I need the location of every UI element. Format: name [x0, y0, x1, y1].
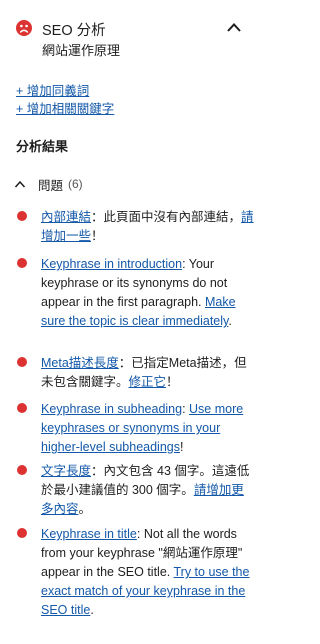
problem-bullet-icon — [17, 403, 27, 413]
problem-bullet-icon — [17, 528, 27, 538]
sad-face-icon — [16, 20, 32, 36]
problems-toggle[interactable]: 問題 (6) — [14, 174, 83, 194]
problems-count: (6) — [68, 177, 83, 191]
problem-bullet-icon — [17, 465, 27, 475]
problem-text-segment: : — [182, 402, 190, 416]
chevron-up-icon[interactable] — [226, 21, 242, 33]
problem-link[interactable]: Keyphrase in title — [41, 527, 137, 541]
problem-bullet-icon — [17, 357, 27, 367]
seo-analysis-header[interactable]: SEO 分析 網站運作原理 — [0, 0, 264, 60]
focus-keyphrase: 網站運作原理 — [42, 43, 121, 58]
analysis-results-title: 分析結果 — [16, 139, 69, 154]
problem-text-segment: . — [228, 314, 232, 328]
problem-bullet-icon — [17, 211, 27, 221]
add-synonyms-link[interactable]: + 增加同義詞 — [16, 80, 89, 99]
problem-link[interactable]: 文字長度 — [41, 464, 91, 478]
problem-text: Keyphrase in title: Not all the words fr… — [41, 525, 255, 620]
problem-text-segment: . — [90, 603, 94, 617]
problems-label: 問題 — [38, 178, 64, 193]
problem-bullet-icon — [17, 258, 27, 268]
add-related-keyphrase-link[interactable]: + 增加相關關鍵字 — [16, 98, 114, 117]
problem-text: Keyphrase in subheading: Use more keyphr… — [41, 400, 255, 457]
problem-text-segment: ! — [179, 440, 184, 454]
problem-text-segment: ！ — [91, 229, 104, 243]
problem-text-segment: 。 — [78, 502, 92, 516]
problem-link[interactable]: Keyphrase in introduction — [41, 257, 182, 271]
problem-link[interactable]: 內部連結 — [41, 210, 91, 224]
problem-text: Meta描述長度：已指定Meta描述，但未包含關鍵字。修正它！ — [41, 354, 255, 392]
problem-link[interactable]: Meta描述長度 — [41, 356, 119, 370]
problem-text-segment: ：此頁面中沒有內部連結， — [91, 210, 242, 224]
problem-text: Keyphrase in introduction: Your keyphras… — [41, 255, 255, 331]
panel-title: SEO 分析 — [42, 23, 106, 39]
chevron-up-icon — [14, 180, 26, 188]
problem-link[interactable]: Keyphrase in subheading — [41, 402, 182, 416]
problem-text-segment: ！ — [166, 375, 179, 389]
problem-text: 內部連結：此頁面中沒有內部連結，請增加一些！ — [41, 208, 255, 246]
problem-link[interactable]: 修正它 — [129, 375, 167, 389]
problem-text: 文字長度：內文包含 43 個字。這遠低於最小建議值的 300 個字。請增加更多內… — [41, 462, 255, 519]
